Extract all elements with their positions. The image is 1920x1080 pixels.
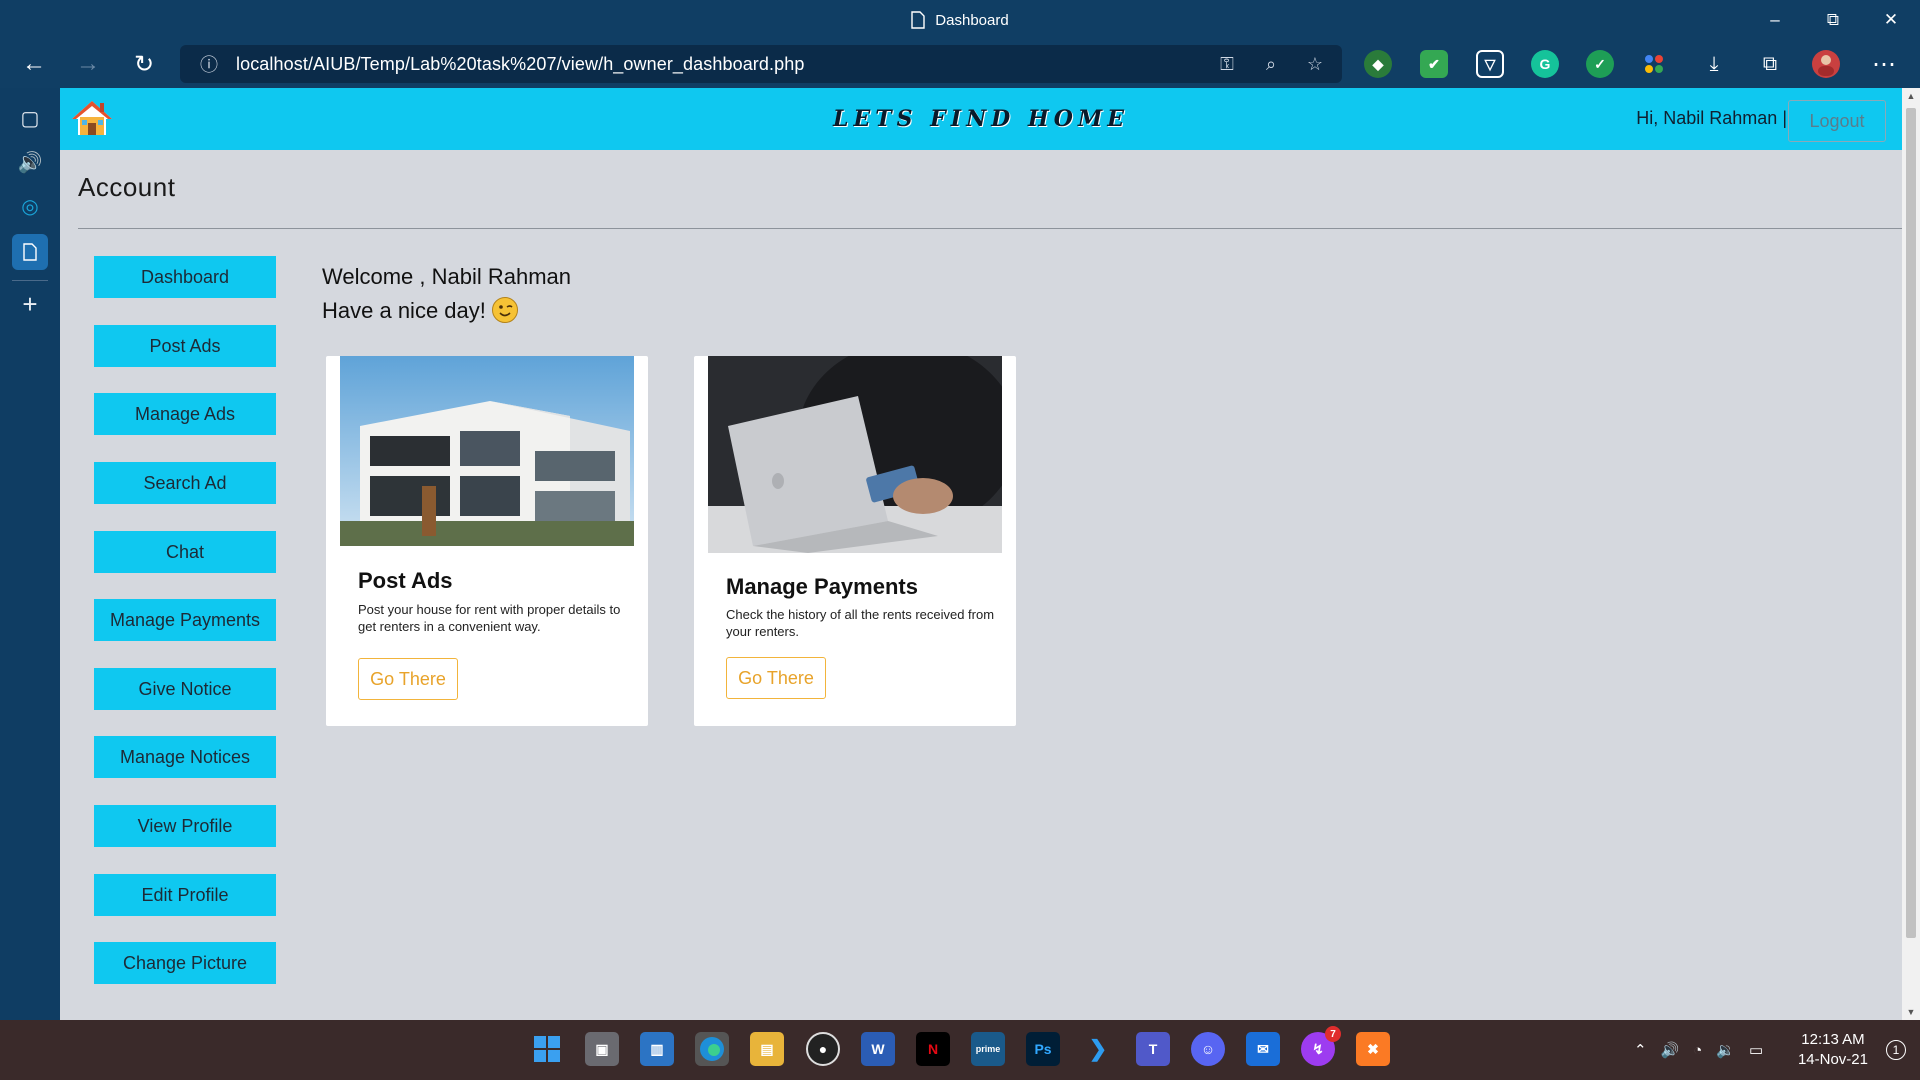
site-header: LETS FIND HOME Hi, Nabil Rahman | Logout [60, 88, 1902, 150]
more-menu-icon[interactable]: ⋯ [1866, 46, 1902, 82]
vscode-icon[interactable]: ❯ [1081, 1032, 1115, 1066]
clock-time: 12:13 AM [1801, 1031, 1865, 1048]
messenger-badge: 7 [1325, 1026, 1341, 1042]
task-view-icon[interactable]: ▣ [585, 1032, 619, 1066]
windows-start-icon[interactable] [530, 1032, 564, 1066]
browser-toolbar: ← → ↻ ⓘ localhost/AIUB/Temp/Lab%20task%2… [0, 40, 1920, 88]
scroll-up-icon[interactable]: ▲ [1902, 88, 1920, 104]
teams-icon[interactable]: T [1136, 1032, 1170, 1066]
logout-button[interactable]: Logout [1788, 100, 1886, 142]
restore-icon[interactable]: ⧉ [1804, 0, 1862, 40]
minimize-icon[interactable]: – [1746, 0, 1804, 40]
speaker-icon[interactable]: 🔊 [1661, 1041, 1680, 1059]
tabs-icon[interactable]: ▢ [12, 100, 48, 136]
download-icon[interactable]: ⤓ [1696, 46, 1732, 82]
speaker-icon[interactable]: 🔊 [12, 144, 48, 180]
new-tab-icon[interactable]: + [12, 286, 48, 322]
sidebar-item-view-profile[interactable]: View Profile [94, 805, 276, 847]
zoom-icon[interactable]: ⌕ [1254, 45, 1288, 83]
page-viewport: LETS FIND HOME Hi, Nabil Rahman | Logout… [60, 88, 1902, 1020]
close-icon[interactable]: ✕ [1862, 0, 1920, 40]
shield-green-icon[interactable]: ✔ [1420, 50, 1448, 78]
window-titlebar: Dashboard – ⧉ ✕ [0, 0, 1920, 40]
word-icon[interactable]: W [861, 1032, 895, 1066]
profile-avatar[interactable] [1808, 46, 1844, 82]
laptop-payment-image [708, 356, 1002, 553]
messenger-icon[interactable]: ↯ 7 [1301, 1026, 1341, 1066]
sidebar-item-manage-notices[interactable]: Manage Notices [94, 736, 276, 778]
sidebar-item-edit-profile[interactable]: Edit Profile [94, 874, 276, 916]
forward-icon[interactable]: → [70, 46, 106, 82]
user-greeting: Hi, Nabil Rahman | [1636, 108, 1787, 128]
photoshop-icon[interactable]: Ps [1026, 1032, 1060, 1066]
file-explorer-icon[interactable]: ▤ [750, 1032, 784, 1066]
sidebar-item-search-ad[interactable]: Search Ad [94, 462, 276, 504]
card-description: Post your house for rent with proper det… [358, 602, 621, 634]
google-dots-icon[interactable] [1640, 50, 1668, 78]
volume-icon[interactable]: 🔉 [1716, 1041, 1735, 1059]
card-description: Check the history of all the rents recei… [726, 607, 995, 639]
system-clock[interactable]: 12:13 AM 14-Nov-21 [1798, 1030, 1868, 1070]
card-manage-payments: Manage Payments Check the history of all… [694, 356, 1016, 726]
add-favorite-icon[interactable]: ☆ [1298, 45, 1332, 83]
wifi-icon[interactable]: ◔ [1693, 1042, 1702, 1059]
go-there-button[interactable]: Go There [358, 658, 458, 700]
mail-icon[interactable]: ✉ [1246, 1032, 1280, 1066]
card-title: Post Ads [358, 568, 453, 593]
sidebar-item-dashboard[interactable]: Dashboard [94, 256, 276, 298]
sidebar-item-manage-payments[interactable]: Manage Payments [94, 599, 276, 641]
divider [78, 228, 1902, 229]
check-shield-icon[interactable]: ✓ [1586, 50, 1614, 78]
browser-sidebar: ▢ 🔊 ◎ + [0, 88, 60, 1020]
notification-badge[interactable]: 1 [1886, 1040, 1906, 1060]
discord-icon[interactable]: ☺ [1191, 1032, 1225, 1066]
key-icon[interactable]: ⚿ [1210, 45, 1244, 83]
page-scrollbar[interactable]: ▲ ▼ [1902, 88, 1920, 1020]
chevron-up-icon[interactable]: ⌃ [1634, 1041, 1647, 1059]
address-bar[interactable]: ⓘ localhost/AIUB/Temp/Lab%20task%207/vie… [180, 45, 1342, 83]
xampp-icon[interactable]: ✖ [1356, 1032, 1390, 1066]
collections-icon[interactable]: ⧉ [1752, 46, 1788, 82]
sidebar-item-change-picture[interactable]: Change Picture [94, 942, 276, 984]
back-icon[interactable]: ← [16, 46, 52, 82]
nice-day-text: Have a nice day! [322, 298, 486, 323]
card-post-ads: Post Ads Post your house for rent with p… [326, 356, 648, 726]
go-there-button[interactable]: Go There [726, 657, 826, 699]
edge-icon[interactable] [695, 1032, 729, 1066]
page-title: Account [78, 172, 176, 202]
card-title: Manage Payments [726, 574, 918, 599]
tray-icons: ⌃ 🔊 ◔ 🔉 ▭ [1634, 1020, 1763, 1080]
winking-face-icon [491, 297, 518, 324]
netflix-icon[interactable]: N [916, 1032, 950, 1066]
scroll-down-icon[interactable]: ▼ [1902, 1004, 1920, 1020]
chrome-ext-icon[interactable]: ◆ [1364, 50, 1392, 78]
welcome-line: Welcome , Nabil Rahman [322, 264, 572, 289]
welcome-message: Welcome , Nabil Rahman Have a nice day! [322, 260, 571, 328]
sidebar-item-give-notice[interactable]: Give Notice [94, 668, 276, 710]
window-title: Dashboard [935, 11, 1009, 29]
widgets-icon[interactable]: ▥ [640, 1032, 674, 1066]
site-brand[interactable]: LETS FIND HOME [60, 88, 1902, 150]
battery-icon[interactable]: ▭ [1749, 1041, 1763, 1059]
grammarly-icon[interactable]: G [1531, 50, 1559, 78]
obs-icon[interactable]: ● [806, 1032, 840, 1066]
info-icon[interactable]: ⓘ [192, 45, 226, 83]
clock-date: 14-Nov-21 [1797, 1051, 1868, 1068]
scrollbar-thumb[interactable] [1906, 108, 1916, 938]
page-icon [911, 11, 925, 29]
sidebar-item-manage-ads[interactable]: Manage Ads [94, 393, 276, 435]
refresh-icon[interactable]: ↻ [126, 46, 162, 82]
cortana-icon[interactable]: ◎ [12, 188, 48, 224]
nice-day-line: Have a nice day! [322, 294, 571, 328]
sidebar-item-chat[interactable]: Chat [94, 531, 276, 573]
url-text: localhost/AIUB/Temp/Lab%20task%207/view/… [236, 53, 805, 74]
brave-shield-icon[interactable]: ▽ [1476, 50, 1504, 78]
modern-house-image [340, 356, 634, 546]
page-tab-icon[interactable] [12, 234, 48, 270]
windows-taskbar: ▣ ▥ ▤ ● W N prime Ps ❯ T ☺ ✉ ↯ 7 ✖ ⌃ 🔊 ◔… [0, 1020, 1920, 1080]
sidebar-item-post-ads[interactable]: Post Ads [94, 325, 276, 367]
prime-video-icon[interactable]: prime [971, 1032, 1005, 1066]
